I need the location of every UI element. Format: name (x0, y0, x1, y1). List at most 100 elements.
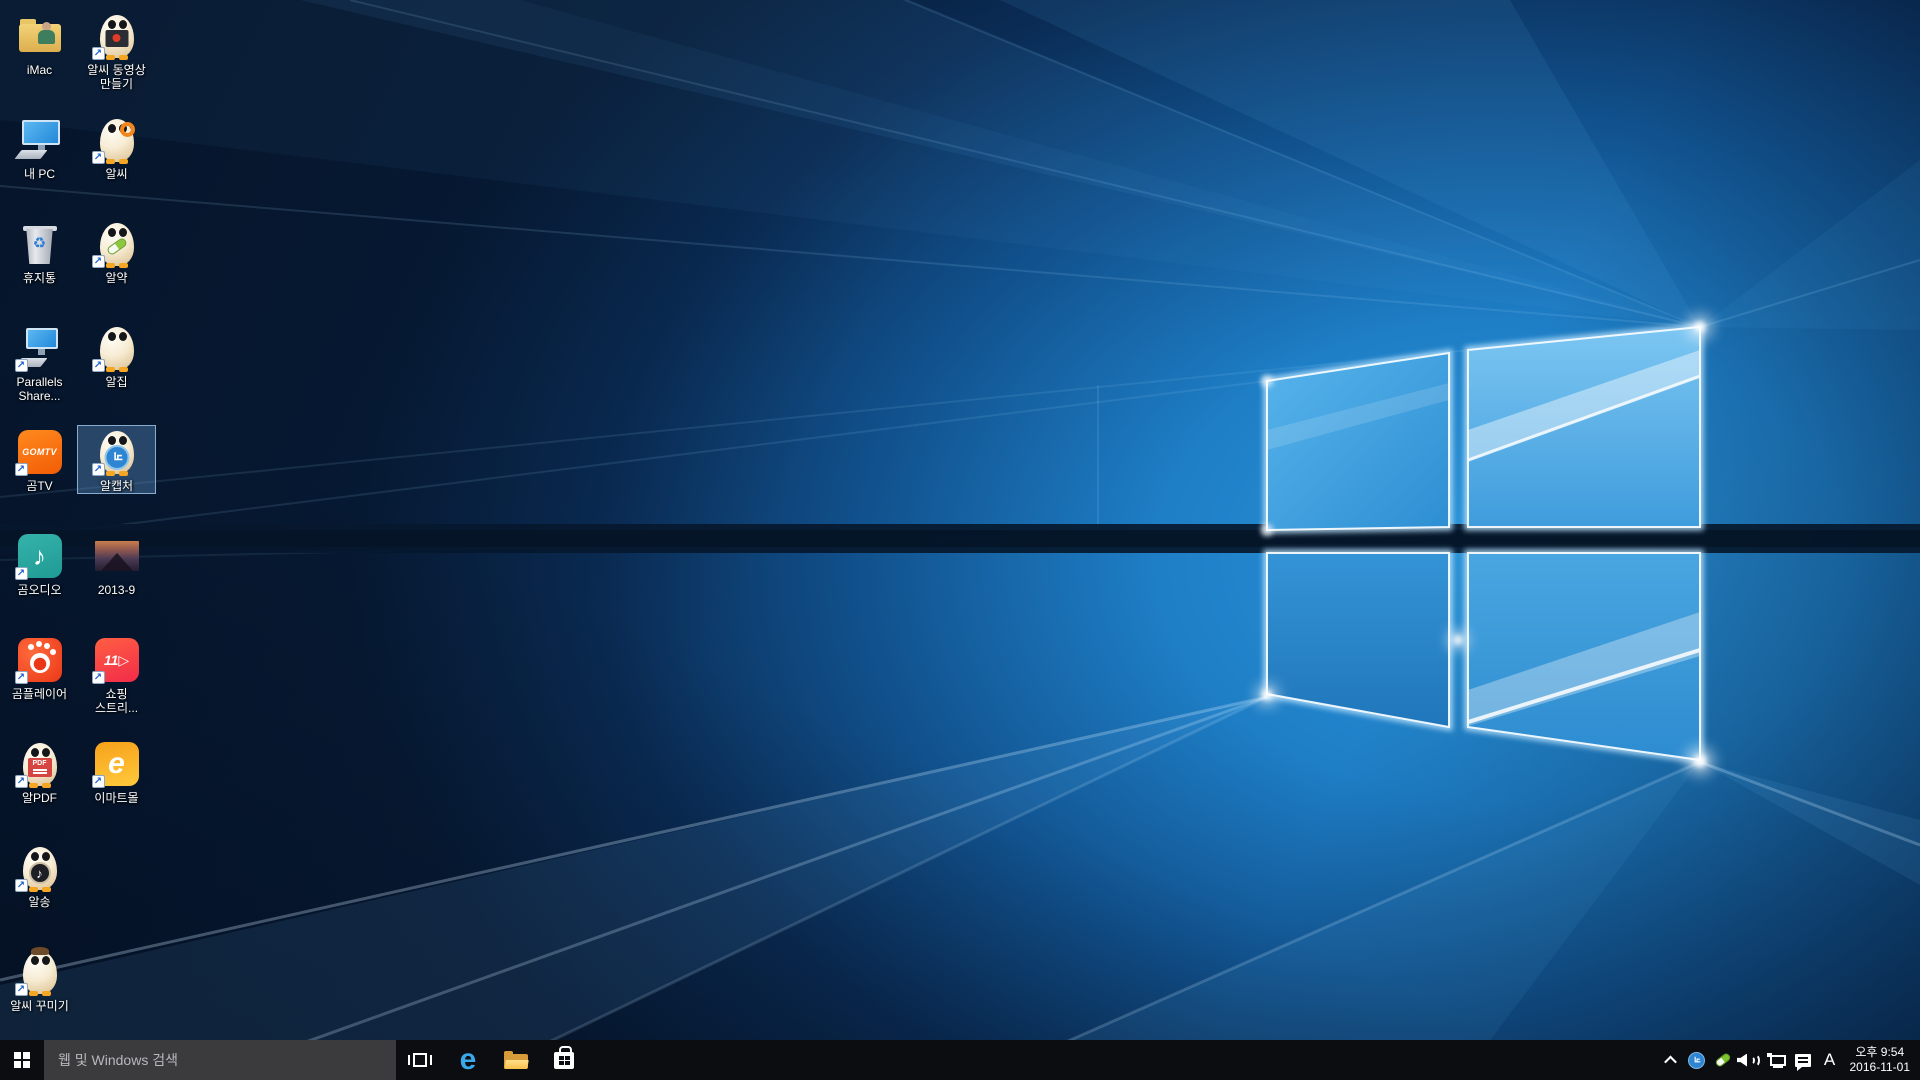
desktop-icon-gomaudio[interactable]: ♪ ↗ 곰오디오 (1, 530, 78, 597)
desktop-icon-alpdf[interactable]: PDF ↗ 알PDF (1, 738, 78, 805)
icon-label: 2013-9 (78, 583, 155, 597)
taskbar-search[interactable] (44, 1040, 396, 1080)
store-button[interactable] (540, 1040, 588, 1080)
egg-mascot-icon (23, 951, 57, 994)
egg-mascot-icon (100, 327, 134, 370)
tray-alcapture[interactable] (1684, 1040, 1710, 1080)
desktop-icon-recycle-bin[interactable]: ♻ 휴지통 (1, 218, 78, 285)
system-tray: A 오후 9:54 2016-11-01 (1658, 1040, 1920, 1080)
shortcut-arrow-icon: ↗ (92, 463, 105, 476)
desktop-icon-alssi[interactable]: ↗ 알씨 (78, 114, 155, 181)
windows-logo-icon (14, 1052, 30, 1068)
taskbar-clock[interactable]: 오후 9:54 2016-11-01 (1844, 1045, 1920, 1075)
speaker-icon (1737, 1054, 1760, 1067)
icon-label: 곰TV (1, 479, 78, 493)
desktop-icon-my-pc[interactable]: 내 PC (1, 114, 78, 181)
notification-icon (1795, 1054, 1811, 1067)
desktop-icon-imac[interactable]: iMac (1, 10, 78, 77)
shortcut-arrow-icon: ↗ (92, 47, 105, 60)
desktop-icon-gomplayer[interactable]: ↗ 곰플레이어 (1, 634, 78, 701)
task-view-icon (408, 1053, 432, 1067)
desktop-icon-alcapture[interactable]: ↗ 알캡처 (78, 426, 155, 493)
shortcut-arrow-icon: ↗ (15, 671, 28, 684)
search-input[interactable] (56, 1051, 384, 1069)
shortcut-arrow-icon: ↗ (15, 463, 28, 476)
wallpaper (0, 0, 1920, 1080)
desktop-icon-alyak[interactable]: ↗ 알약 (78, 218, 155, 285)
icon-label: 알송 (1, 895, 78, 909)
shared-folder-icon (19, 20, 61, 52)
shortcut-arrow-icon: ↗ (15, 567, 28, 580)
icon-label: 곰오디오 (1, 583, 78, 597)
edge-icon: e (460, 1045, 477, 1075)
shortcut-arrow-icon: ↗ (92, 671, 105, 684)
icon-label: 알약 (78, 271, 155, 285)
crop-icon (1688, 1052, 1705, 1069)
desktop-icon-gomtv[interactable]: GOMTV ↗ 곰TV (1, 426, 78, 493)
pill-icon (1714, 1052, 1732, 1068)
egg-mascot-icon (100, 431, 134, 474)
ime-indicator[interactable]: A (1816, 1050, 1844, 1070)
icon-label: 알집 (78, 375, 155, 389)
shortcut-arrow-icon: ↗ (92, 775, 105, 788)
shortcut-arrow-icon: ↗ (92, 255, 105, 268)
shortcut-arrow-icon: ↗ (15, 879, 28, 892)
desktop-icon-alzip[interactable]: ↗ 알집 (78, 322, 155, 389)
edge-button[interactable]: e (444, 1040, 492, 1080)
icon-label: 쇼핑 스트리... (78, 687, 155, 715)
folder-icon (504, 1051, 528, 1069)
shortcut-arrow-icon: ↗ (92, 151, 105, 164)
egg-mascot-icon (100, 119, 134, 162)
icon-label: 휴지통 (1, 271, 78, 285)
icon-label: Parallels Share... (1, 375, 78, 403)
shortcut-arrow-icon: ↗ (15, 775, 28, 788)
icon-label: 알PDF (1, 791, 78, 805)
music-note-icon: ♪ (29, 862, 51, 884)
film-icon (105, 30, 128, 47)
network-button[interactable] (1762, 1040, 1790, 1080)
photo-thumbnail (95, 541, 139, 571)
store-bag-icon (554, 1052, 574, 1069)
desktop-icon-alsong[interactable]: ♪ ↗ 알송 (1, 842, 78, 909)
icon-label: 알씨 동영상 만들기 (78, 63, 155, 91)
crop-icon (104, 445, 129, 470)
tray-alyak[interactable] (1710, 1040, 1736, 1080)
icon-label: 곰플레이어 (1, 687, 78, 701)
desktop-icon-alssi-decorate[interactable]: ↗ 알씨 꾸미기 (1, 946, 78, 1013)
pdf-label: PDF (33, 760, 47, 767)
magnifier-ring-icon (120, 122, 135, 137)
clock-date: 2016-11-01 (1850, 1060, 1911, 1075)
computer-icon (18, 120, 62, 160)
icon-label: 이마트몰 (78, 791, 155, 805)
hidden-icons-button[interactable] (1658, 1040, 1684, 1080)
clock-time: 오후 9:54 (1850, 1045, 1911, 1060)
file-explorer-button[interactable] (492, 1040, 540, 1080)
windows-desktop: iMac 내 PC ♻ 휴지통 ↗ Parallels Share... GOM… (0, 0, 1920, 1080)
volume-button[interactable] (1736, 1040, 1762, 1080)
desktop-icon-alssi-video-maker[interactable]: ↗ 알씨 동영상 만들기 (78, 10, 155, 91)
chevron-up-icon (1664, 1055, 1677, 1068)
hat-icon (31, 947, 49, 955)
shortcut-arrow-icon: ↗ (92, 359, 105, 372)
action-center-button[interactable] (1790, 1040, 1816, 1080)
shortcut-arrow-icon: ↗ (15, 359, 28, 372)
desktop-icon-11st-shopping[interactable]: 11▷ ↗ 쇼핑 스트리... (78, 634, 155, 715)
egg-mascot-icon (100, 15, 134, 58)
icon-label: 알씨 꾸미기 (1, 999, 78, 1013)
task-view-button[interactable] (396, 1040, 444, 1080)
taskbar: e (0, 1040, 1920, 1080)
egg-mascot-icon: PDF (23, 743, 57, 786)
recycle-glyph: ♻ (23, 234, 57, 252)
desktop-icon-emart-mall[interactable]: e ↗ 이마트몰 (78, 738, 155, 805)
icon-label: 내 PC (1, 167, 78, 181)
pill-icon (105, 236, 127, 255)
egg-mascot-icon: ♪ (23, 847, 57, 890)
shortcut-arrow-icon: ↗ (15, 983, 28, 996)
icon-label: iMac (1, 63, 78, 77)
icon-label: 알씨 (78, 167, 155, 181)
start-button[interactable] (0, 1040, 44, 1080)
icon-label: 알캡처 (78, 479, 155, 493)
desktop-icon-photo-2013-9[interactable]: 2013-9 (78, 530, 155, 597)
ethernet-icon (1766, 1052, 1786, 1068)
desktop-icon-parallels-share[interactable]: ↗ Parallels Share... (1, 322, 78, 403)
